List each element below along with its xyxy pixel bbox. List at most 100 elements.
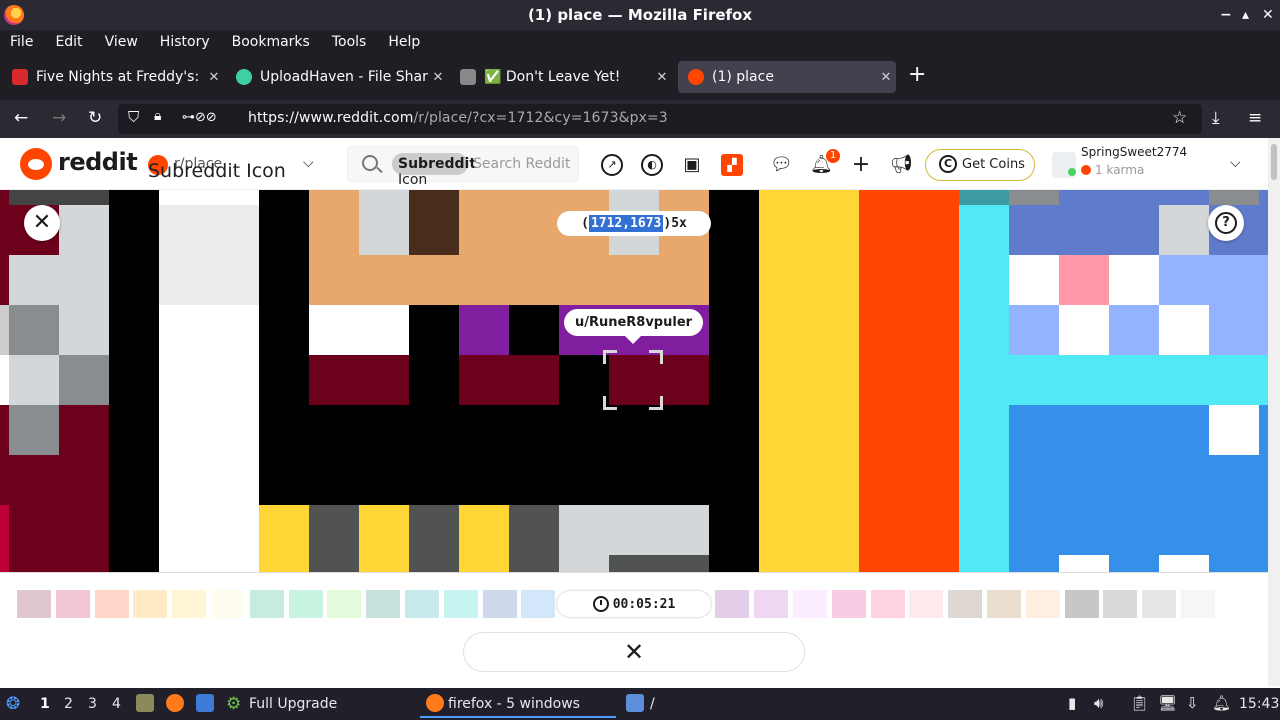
tab-close-icon[interactable]: ✕ [428, 70, 448, 85]
palette-swatch[interactable] [405, 590, 439, 618]
forward-arrow-icon[interactable]: → [52, 108, 66, 128]
cancel-placement-button[interactable]: ✕ [463, 632, 805, 672]
clipboard-icon[interactable]: 📋︎ [1130, 694, 1149, 712]
palette-swatch[interactable] [444, 590, 478, 618]
chat-icon[interactable]: 💬︎ [770, 154, 793, 176]
bookmark-star-icon[interactable]: ☆ [1172, 108, 1187, 128]
coins-circle-icon[interactable]: ◐ [641, 154, 663, 176]
notification-badge: 1 [826, 149, 840, 163]
user-menu-chevron-icon[interactable]: ⌵ [1230, 155, 1241, 171]
network-icon[interactable]: 🖥︎ [1158, 694, 1177, 712]
palette-swatch[interactable] [1103, 590, 1137, 618]
maximize-icon[interactable]: ▴ [1242, 7, 1249, 23]
popular-arrow-icon[interactable]: ↗ [601, 154, 623, 176]
workspace-1[interactable]: 1 [40, 696, 50, 712]
menu-tools[interactable]: Tools [332, 34, 367, 50]
palette-swatch[interactable] [832, 590, 866, 618]
show-desktop-icon[interactable] [136, 694, 154, 712]
coin-icon: C [939, 155, 957, 173]
palette-swatch[interactable] [793, 590, 827, 618]
menu-file[interactable]: File [10, 34, 33, 50]
tab-place[interactable]: (1) place ✕ [678, 61, 896, 93]
coordinates-display[interactable]: (1712,1673) 5x [557, 211, 711, 236]
palette-swatch[interactable] [211, 590, 245, 618]
scrollbar-thumb[interactable] [1271, 144, 1277, 180]
palette-swatch[interactable] [327, 590, 361, 618]
menu-edit[interactable]: Edit [55, 34, 82, 50]
volume-icon[interactable]: 🔊︎ [1094, 694, 1103, 712]
firefox-task[interactable]: firefox - 5 windows [448, 696, 580, 712]
hamburger-menu-icon[interactable]: ≡ [1248, 108, 1262, 128]
palette-swatch[interactable] [1220, 590, 1254, 618]
tab-favicon-icon [236, 69, 252, 85]
palette-swatch[interactable] [521, 590, 555, 618]
palette-swatch[interactable] [95, 590, 129, 618]
tab-close-icon[interactable]: ✕ [876, 70, 896, 85]
palette-swatch[interactable] [871, 590, 905, 618]
palette-swatch[interactable] [909, 590, 943, 618]
close-canvas-button[interactable]: ✕ [24, 205, 60, 241]
chevron-down-icon[interactable]: ⌵ [303, 155, 314, 171]
palette-swatch[interactable] [1142, 590, 1176, 618]
help-button[interactable]: ? [1208, 205, 1244, 241]
shield-icon[interactable]: ⛉ [128, 108, 139, 126]
start-menu-icon[interactable]: ❂ [6, 694, 20, 714]
video-icon[interactable]: ▣ [681, 154, 703, 176]
palette-swatch[interactable] [289, 590, 323, 618]
active-task-indicator [420, 716, 616, 718]
menu-view[interactable]: View [105, 34, 138, 50]
palette-swatch[interactable] [1065, 590, 1099, 618]
battery-icon[interactable]: ▮ [1068, 694, 1076, 712]
back-arrow-icon[interactable]: ← [14, 108, 28, 128]
tab-uploadhaven[interactable]: UploadHaven - File Sharin ✕ [226, 61, 448, 93]
reload-icon[interactable]: ↻ [88, 108, 102, 128]
palette-swatch[interactable] [483, 590, 517, 618]
firefox-launcher-icon[interactable] [166, 694, 184, 712]
palette-swatch[interactable] [987, 590, 1021, 618]
reddit-logo-icon[interactable] [20, 148, 52, 180]
lock-icon[interactable]: 🔒︎ [154, 108, 161, 124]
palette-swatch[interactable] [948, 590, 982, 618]
palette-swatch[interactable] [715, 590, 749, 618]
folder-task[interactable]: / [650, 696, 655, 712]
full-upgrade-task[interactable]: Full Upgrade [249, 696, 337, 712]
workspace-3[interactable]: 3 [88, 696, 97, 712]
updates-icon[interactable]: ⇩ [1186, 694, 1199, 712]
place-icon[interactable]: ▞ [721, 154, 743, 176]
download-icon[interactable]: ⤓ [1212, 108, 1220, 128]
tab-close-icon[interactable]: ✕ [652, 70, 672, 85]
palette-swatch[interactable] [1181, 590, 1215, 618]
tab-dont-leave[interactable]: ✅ Don't Leave Yet! ✕ [450, 61, 672, 93]
palette-swatch[interactable] [366, 590, 400, 618]
menu-history[interactable]: History [160, 34, 210, 50]
window-titlebar: (1) place — Mozilla Firefox − ▴ ✕ [0, 0, 1280, 30]
notifications-tray-icon[interactable]: 🔔︎ [1212, 694, 1231, 712]
create-post-plus-icon[interactable]: + [850, 154, 872, 176]
palette-swatch[interactable] [172, 590, 206, 618]
palette-swatch[interactable] [133, 590, 167, 618]
minimize-icon[interactable]: − [1220, 7, 1232, 23]
palette-swatch[interactable] [1026, 590, 1060, 618]
url-text[interactable]: https://www.reddit.com/r/place/?cx=1712&… [248, 110, 668, 126]
palette-swatch[interactable] [250, 590, 284, 618]
clock-icon [592, 596, 609, 612]
close-window-icon[interactable]: ✕ [1262, 7, 1274, 23]
advertise-megaphone-icon[interactable]: 📢︎ [890, 154, 913, 176]
permissions-icon[interactable]: ⊶⊘⊘ [182, 110, 217, 125]
username[interactable]: SpringSweet2774 [1081, 145, 1187, 159]
palette-swatch[interactable] [754, 590, 788, 618]
tab-close-icon[interactable]: ✕ [204, 70, 224, 85]
menu-bookmarks[interactable]: Bookmarks [232, 34, 310, 50]
menu-bar: File Edit View History Bookmarks Tools H… [0, 30, 1280, 54]
workspace-4[interactable]: 4 [112, 696, 121, 712]
palette-swatch[interactable] [56, 590, 90, 618]
reddit-wordmark[interactable]: reddit [58, 148, 138, 176]
pixel-author-tooltip[interactable]: u/RuneR8vpuler [564, 309, 703, 344]
workspace-2[interactable]: 2 [64, 696, 73, 712]
vertical-scrollbar[interactable] [1268, 138, 1280, 686]
tab-five-nights[interactable]: Five Nights at Freddy's: S ✕ [2, 61, 224, 93]
palette-swatch[interactable] [17, 590, 51, 618]
new-tab-plus-icon[interactable]: + [908, 62, 926, 87]
menu-help[interactable]: Help [388, 34, 420, 50]
files-launcher-icon[interactable] [196, 694, 214, 712]
